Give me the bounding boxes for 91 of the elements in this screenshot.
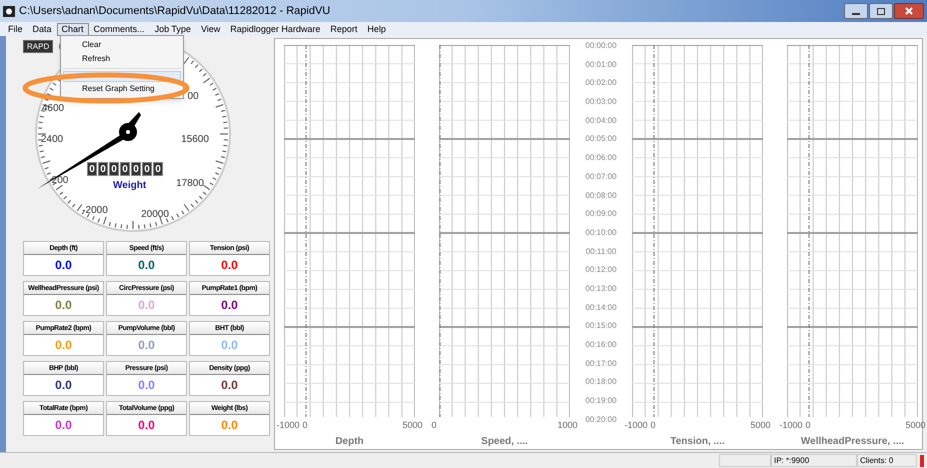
menu-item[interactable]: Data bbox=[28, 22, 57, 36]
readout-value: 0.0 bbox=[220, 297, 239, 314]
minimize-icon bbox=[852, 13, 860, 15]
menu-item[interactable]: Report bbox=[325, 22, 362, 36]
readout-value: 0.0 bbox=[54, 337, 73, 354]
ip-status: IP: *:9900 bbox=[771, 454, 857, 467]
time-label: 00:17:00 bbox=[585, 358, 617, 369]
time-label: 00:15:00 bbox=[585, 321, 617, 332]
status-panel bbox=[719, 454, 771, 467]
close-icon bbox=[905, 7, 913, 15]
minimize-button[interactable] bbox=[844, 3, 868, 19]
clients-status: Clients: 0 bbox=[857, 454, 917, 467]
window-title: C:\Users\adnan\Documents\RapidVu\Data\11282012 - RapidVU bbox=[19, 4, 330, 19]
gauge-scale-label: 4600 bbox=[42, 103, 64, 114]
readout-value: 0.0 bbox=[54, 377, 73, 394]
rapd-button[interactable]: RAPD bbox=[23, 40, 54, 53]
time-label: 00:05:00 bbox=[585, 134, 617, 144]
gauge-scale-label: -2000 bbox=[82, 205, 108, 216]
track-title: Tension, .... bbox=[670, 435, 725, 449]
gauge-title: Weight bbox=[113, 179, 146, 193]
odometer-digit: 0 bbox=[87, 162, 97, 176]
time-label: 00:19:00 bbox=[585, 396, 617, 406]
close-button[interactable] bbox=[894, 3, 924, 19]
axis-tick-label: 5000 bbox=[750, 418, 770, 432]
track-title: WellheadPressure, .... bbox=[800, 435, 904, 449]
readout-value: 0.0 bbox=[137, 297, 156, 314]
menu-option[interactable]: Reset Graph Setting bbox=[82, 82, 154, 96]
gauge-scale-label: 15600 bbox=[181, 134, 209, 145]
time-label: 00:09:00 bbox=[585, 209, 617, 220]
time-label: 00:14:00 bbox=[585, 302, 617, 313]
time-label: 00:11:00 bbox=[586, 246, 616, 257]
axis-tick-label: 0 bbox=[432, 418, 437, 432]
gauge-scale-label: 17800 bbox=[176, 178, 204, 189]
track-title: Speed, .... bbox=[481, 435, 528, 449]
time-label: 00:08:00 bbox=[585, 190, 617, 200]
menu-item[interactable]: Rapidlogger Hardware bbox=[225, 22, 326, 36]
readout-value: 0.0 bbox=[137, 337, 156, 354]
axis-tick-label: 5000 bbox=[402, 418, 422, 432]
maximize-icon bbox=[877, 8, 885, 14]
menu-option[interactable]: Clear bbox=[82, 38, 102, 52]
time-label: 00:03:00 bbox=[585, 97, 617, 108]
gauge-scale-label: 20000 bbox=[141, 209, 169, 220]
menu-item[interactable]: Help bbox=[362, 22, 391, 36]
track-title: Depth bbox=[335, 435, 364, 449]
gauge-scale-label: 200 bbox=[52, 175, 68, 186]
odometer-digit: 0 bbox=[142, 162, 152, 176]
readout-value: 0.0 bbox=[137, 257, 156, 274]
connection-indicator bbox=[920, 454, 924, 466]
axis-tick-label: 1000 bbox=[557, 418, 578, 432]
time-label: 00:20:00 bbox=[585, 414, 617, 425]
maximize-button[interactable] bbox=[869, 3, 893, 19]
readout-value: 0.0 bbox=[54, 297, 73, 314]
axis-tick-label: -1000 bbox=[780, 418, 803, 432]
menu-item[interactable]: File bbox=[3, 22, 28, 36]
time-label: 00:02:00 bbox=[585, 78, 617, 88]
odometer-digit: 0 bbox=[98, 162, 108, 176]
time-label: 00:01:00 bbox=[585, 60, 617, 70]
menu-item[interactable]: Comments... bbox=[88, 22, 150, 36]
gauge-scale-label: 2400 bbox=[40, 134, 64, 145]
time-label: 00:06:00 bbox=[585, 153, 617, 164]
readout-value: 0.0 bbox=[220, 377, 239, 394]
time-label: 00:04:00 bbox=[585, 116, 617, 126]
readout-value: 0.0 bbox=[137, 377, 156, 394]
axis-tick-label: -1000 bbox=[624, 418, 648, 432]
readout-value: 0.0 bbox=[220, 417, 239, 434]
readout-value: 0.0 bbox=[137, 417, 156, 434]
time-label: 00:16:00 bbox=[585, 340, 617, 350]
time-label: 00:07:00 bbox=[585, 172, 617, 182]
odometer-digit: 0 bbox=[153, 162, 163, 176]
odometer-digit: 0 bbox=[120, 162, 130, 176]
axis-tick-label: 0 bbox=[806, 418, 811, 432]
time-label: 00:13:00 bbox=[585, 284, 617, 294]
axis-tick-label: 0 bbox=[650, 418, 656, 432]
menu-item[interactable]: Chart bbox=[56, 22, 89, 36]
odometer-digit: 0 bbox=[109, 162, 119, 176]
odometer-digit: 0 bbox=[131, 162, 141, 176]
menu-item[interactable]: Job Type bbox=[150, 22, 196, 36]
readout-value: 0.0 bbox=[54, 417, 73, 434]
time-label: 00:12:00 bbox=[585, 265, 617, 276]
app-icon bbox=[3, 6, 15, 16]
menu-option[interactable]: Refresh bbox=[82, 52, 110, 66]
time-label: 00:18:00 bbox=[585, 377, 617, 388]
time-label: 00:00:00 bbox=[585, 41, 617, 51]
time-label: 00:10:00 bbox=[585, 228, 617, 238]
readout-value: 0.0 bbox=[220, 337, 239, 354]
readout-value: 0.0 bbox=[220, 257, 239, 274]
menu-item[interactable]: View bbox=[196, 22, 226, 36]
readout-value: 0.0 bbox=[54, 257, 73, 274]
axis-tick-label: 0 bbox=[302, 418, 308, 432]
gauge-scale-label: 00 bbox=[187, 91, 199, 102]
axis-tick-label: -1000 bbox=[276, 418, 300, 432]
